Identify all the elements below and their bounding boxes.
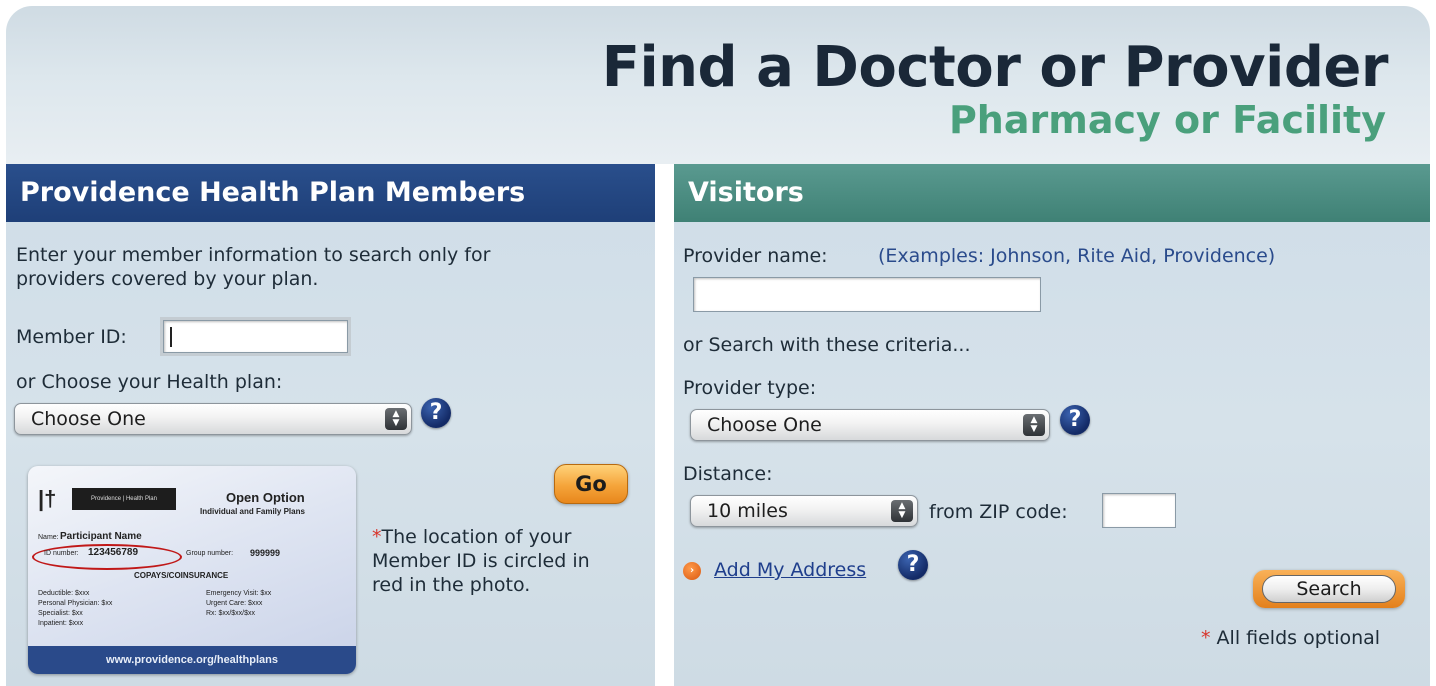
- note-line2: Member ID is circled in: [372, 550, 590, 572]
- visitors-heading: Visitors: [674, 164, 1430, 222]
- select-arrows-icon: ▲ ▼: [891, 500, 913, 522]
- add-my-address-link[interactable]: Add My Address: [714, 558, 866, 582]
- provider-type-select[interactable]: Choose One ▲ ▼: [690, 409, 1050, 441]
- card-left-line: Personal Physician: $xx: [38, 600, 113, 607]
- card-left-line: Deductible: $xxx: [38, 590, 90, 597]
- page-header: Find a Doctor or Provider Pharmacy or Fa…: [6, 6, 1430, 164]
- card-id-label: ID number:: [44, 550, 79, 557]
- search-button[interactable]: Search: [1253, 570, 1405, 608]
- member-id-note: *The location of your Member ID is circl…: [372, 525, 590, 597]
- go-button[interactable]: Go: [554, 464, 628, 504]
- provider-name-input[interactable]: [693, 277, 1041, 312]
- page-subtitle: Pharmacy or Facility: [948, 98, 1386, 142]
- member-card-image: |† Providence | Health Plan Open Option …: [28, 466, 356, 674]
- provider-name-label: Provider name:: [683, 245, 828, 267]
- zip-input[interactable]: [1102, 493, 1176, 528]
- provider-type-label: Provider type:: [683, 377, 817, 399]
- card-right-line: Urgent Care: $xxx: [206, 600, 263, 607]
- card-name-label: Name:: [38, 534, 59, 541]
- optional-note: * All fields optional: [1201, 626, 1380, 650]
- distance-selected: 10 miles: [707, 500, 788, 522]
- card-copays-heading: COPAYS/COINSURANCE: [134, 571, 229, 580]
- add-address-help-icon[interactable]: ?: [898, 550, 928, 580]
- members-heading: Providence Health Plan Members: [6, 164, 655, 222]
- asterisk: *: [372, 526, 382, 548]
- card-left-line: Inpatient: $xxx: [38, 620, 84, 627]
- member-id-input[interactable]: [163, 320, 348, 353]
- card-website: www.providence.org/healthplans: [28, 646, 356, 674]
- card-plan-name: Open Option: [226, 490, 305, 505]
- card-cross-icon: |†: [38, 486, 57, 511]
- health-plan-help-icon[interactable]: ?: [421, 398, 451, 428]
- asterisk: *: [1201, 627, 1211, 649]
- card-group-label: Group number:: [186, 550, 234, 557]
- card-name-value: Participant Name: [60, 531, 142, 542]
- card-right-line: Rx: $xx/$xx/$xx: [206, 610, 256, 617]
- distance-label: Distance:: [683, 463, 773, 485]
- zip-label: from ZIP code:: [929, 501, 1068, 523]
- members-intro-line2: providers covered by your plan.: [16, 268, 319, 290]
- distance-select[interactable]: 10 miles ▲ ▼: [690, 495, 918, 527]
- health-plan-label: or Choose your Health plan:: [16, 371, 283, 393]
- page-title: Find a Doctor or Provider: [601, 35, 1389, 100]
- provider-name-examples: (Examples: Johnson, Rite Aid, Providence…: [878, 245, 1276, 267]
- card-logo: Providence | Health Plan: [72, 488, 176, 510]
- optional-note-text: All fields optional: [1216, 627, 1381, 649]
- health-plan-selected: Choose One: [31, 408, 146, 430]
- note-line1: The location of your: [381, 526, 572, 548]
- provider-type-help-icon[interactable]: ?: [1060, 405, 1090, 435]
- card-plan-sub: Individual and Family Plans: [200, 507, 305, 516]
- health-plan-select[interactable]: Choose One ▲ ▼: [14, 403, 412, 435]
- select-arrows-icon: ▲ ▼: [1023, 414, 1045, 436]
- card-id-value: 123456789: [88, 547, 139, 558]
- card-left-line: Specialist: $xx: [38, 610, 83, 617]
- member-id-label: Member ID:: [16, 326, 127, 348]
- text-caret: [170, 327, 172, 347]
- card-group-value: 999999: [250, 548, 281, 558]
- provider-type-selected: Choose One: [707, 414, 822, 436]
- criteria-text: or Search with these criteria...: [683, 334, 971, 356]
- arrow-bullet-icon: ›: [683, 562, 701, 580]
- card-right-line: Emergency Visit: $xx: [206, 590, 272, 597]
- select-arrows-icon: ▲ ▼: [385, 408, 407, 430]
- note-line3: red in the photo.: [372, 574, 531, 596]
- search-button-label: Search: [1262, 575, 1396, 603]
- members-intro-line1: Enter your member information to search …: [16, 244, 491, 266]
